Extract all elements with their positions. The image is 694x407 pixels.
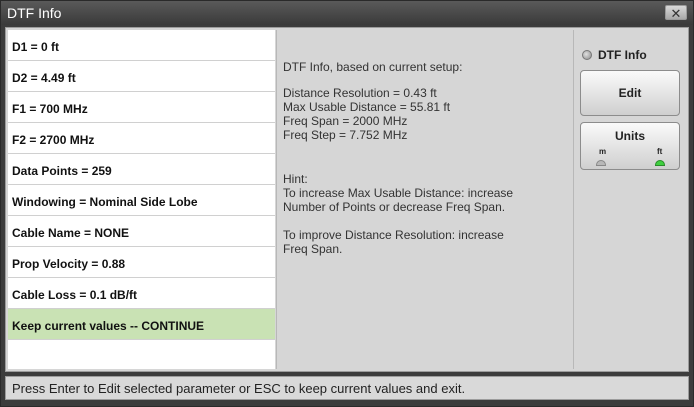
hint-2-line2: Freq Span.: [283, 242, 343, 256]
radio-icon: [582, 50, 592, 60]
param-f2[interactable]: F2 = 2700 MHz: [8, 123, 275, 154]
led-on-icon: [655, 160, 665, 166]
param-prop-velocity[interactable]: Prop Velocity = 0.88: [8, 247, 275, 278]
hint-2-line1: To improve Distance Resolution: increase: [283, 228, 504, 242]
hint-1-line1: To increase Max Usable Distance: increas…: [283, 186, 514, 200]
status-bar: Press Enter to Edit selected parameter o…: [5, 376, 689, 400]
hint-1-line2: Number of Points or decrease Freq Span.: [283, 200, 506, 214]
freq-span: Freq Span = 2000 MHz: [283, 114, 408, 128]
radio-label: DTF Info: [598, 48, 647, 62]
param-cable-loss[interactable]: Cable Loss = 0.1 dB/ft: [8, 278, 275, 309]
dtf-info-window: DTF Info ✕ D1 = 0 ft D2 = 4.49 ft F1 = 7…: [0, 0, 694, 407]
param-cable-name[interactable]: Cable Name = NONE: [8, 216, 275, 247]
title-bar: DTF Info ✕: [1, 1, 693, 25]
param-d1[interactable]: D1 = 0 ft: [8, 30, 275, 61]
dialog-body: D1 = 0 ft D2 = 4.49 ft F1 = 700 MHz F2 =…: [5, 27, 689, 372]
max-usable-distance: Max Usable Distance = 55.81 ft: [283, 100, 451, 114]
distance-resolution: Distance Resolution = 0.43 ft: [283, 86, 437, 100]
param-windowing[interactable]: Windowing = Nominal Side Lobe: [8, 185, 275, 216]
close-button[interactable]: ✕: [665, 5, 687, 21]
units-toggle-button[interactable]: Units m ft: [580, 122, 680, 170]
units-option-ft: ft: [657, 147, 663, 156]
units-label: Units: [615, 129, 645, 143]
hint-title: Hint:: [283, 172, 308, 186]
close-icon: ✕: [670, 6, 682, 21]
param-f1[interactable]: F1 = 700 MHz: [8, 92, 275, 123]
continue-item[interactable]: Keep current values -- CONTINUE: [8, 309, 275, 340]
freq-step: Freq Step = 7.752 MHz: [283, 128, 408, 142]
info-panel: DTF Info, based on current setup: Distan…: [276, 30, 574, 369]
dtf-info-radio[interactable]: DTF Info: [582, 48, 682, 64]
parameter-list: D1 = 0 ft D2 = 4.49 ft F1 = 700 MHz F2 =…: [8, 30, 275, 369]
softkey-panel: DTF Info Edit Units m ft: [576, 30, 686, 369]
param-d2[interactable]: D2 = 4.49 ft: [8, 61, 275, 92]
units-option-m: m: [599, 147, 607, 156]
led-off-icon: [596, 160, 606, 166]
info-heading: DTF Info, based on current setup:: [283, 60, 463, 74]
edit-button[interactable]: Edit: [580, 70, 680, 116]
param-data-points[interactable]: Data Points = 259: [8, 154, 275, 185]
window-title: DTF Info: [7, 5, 62, 21]
